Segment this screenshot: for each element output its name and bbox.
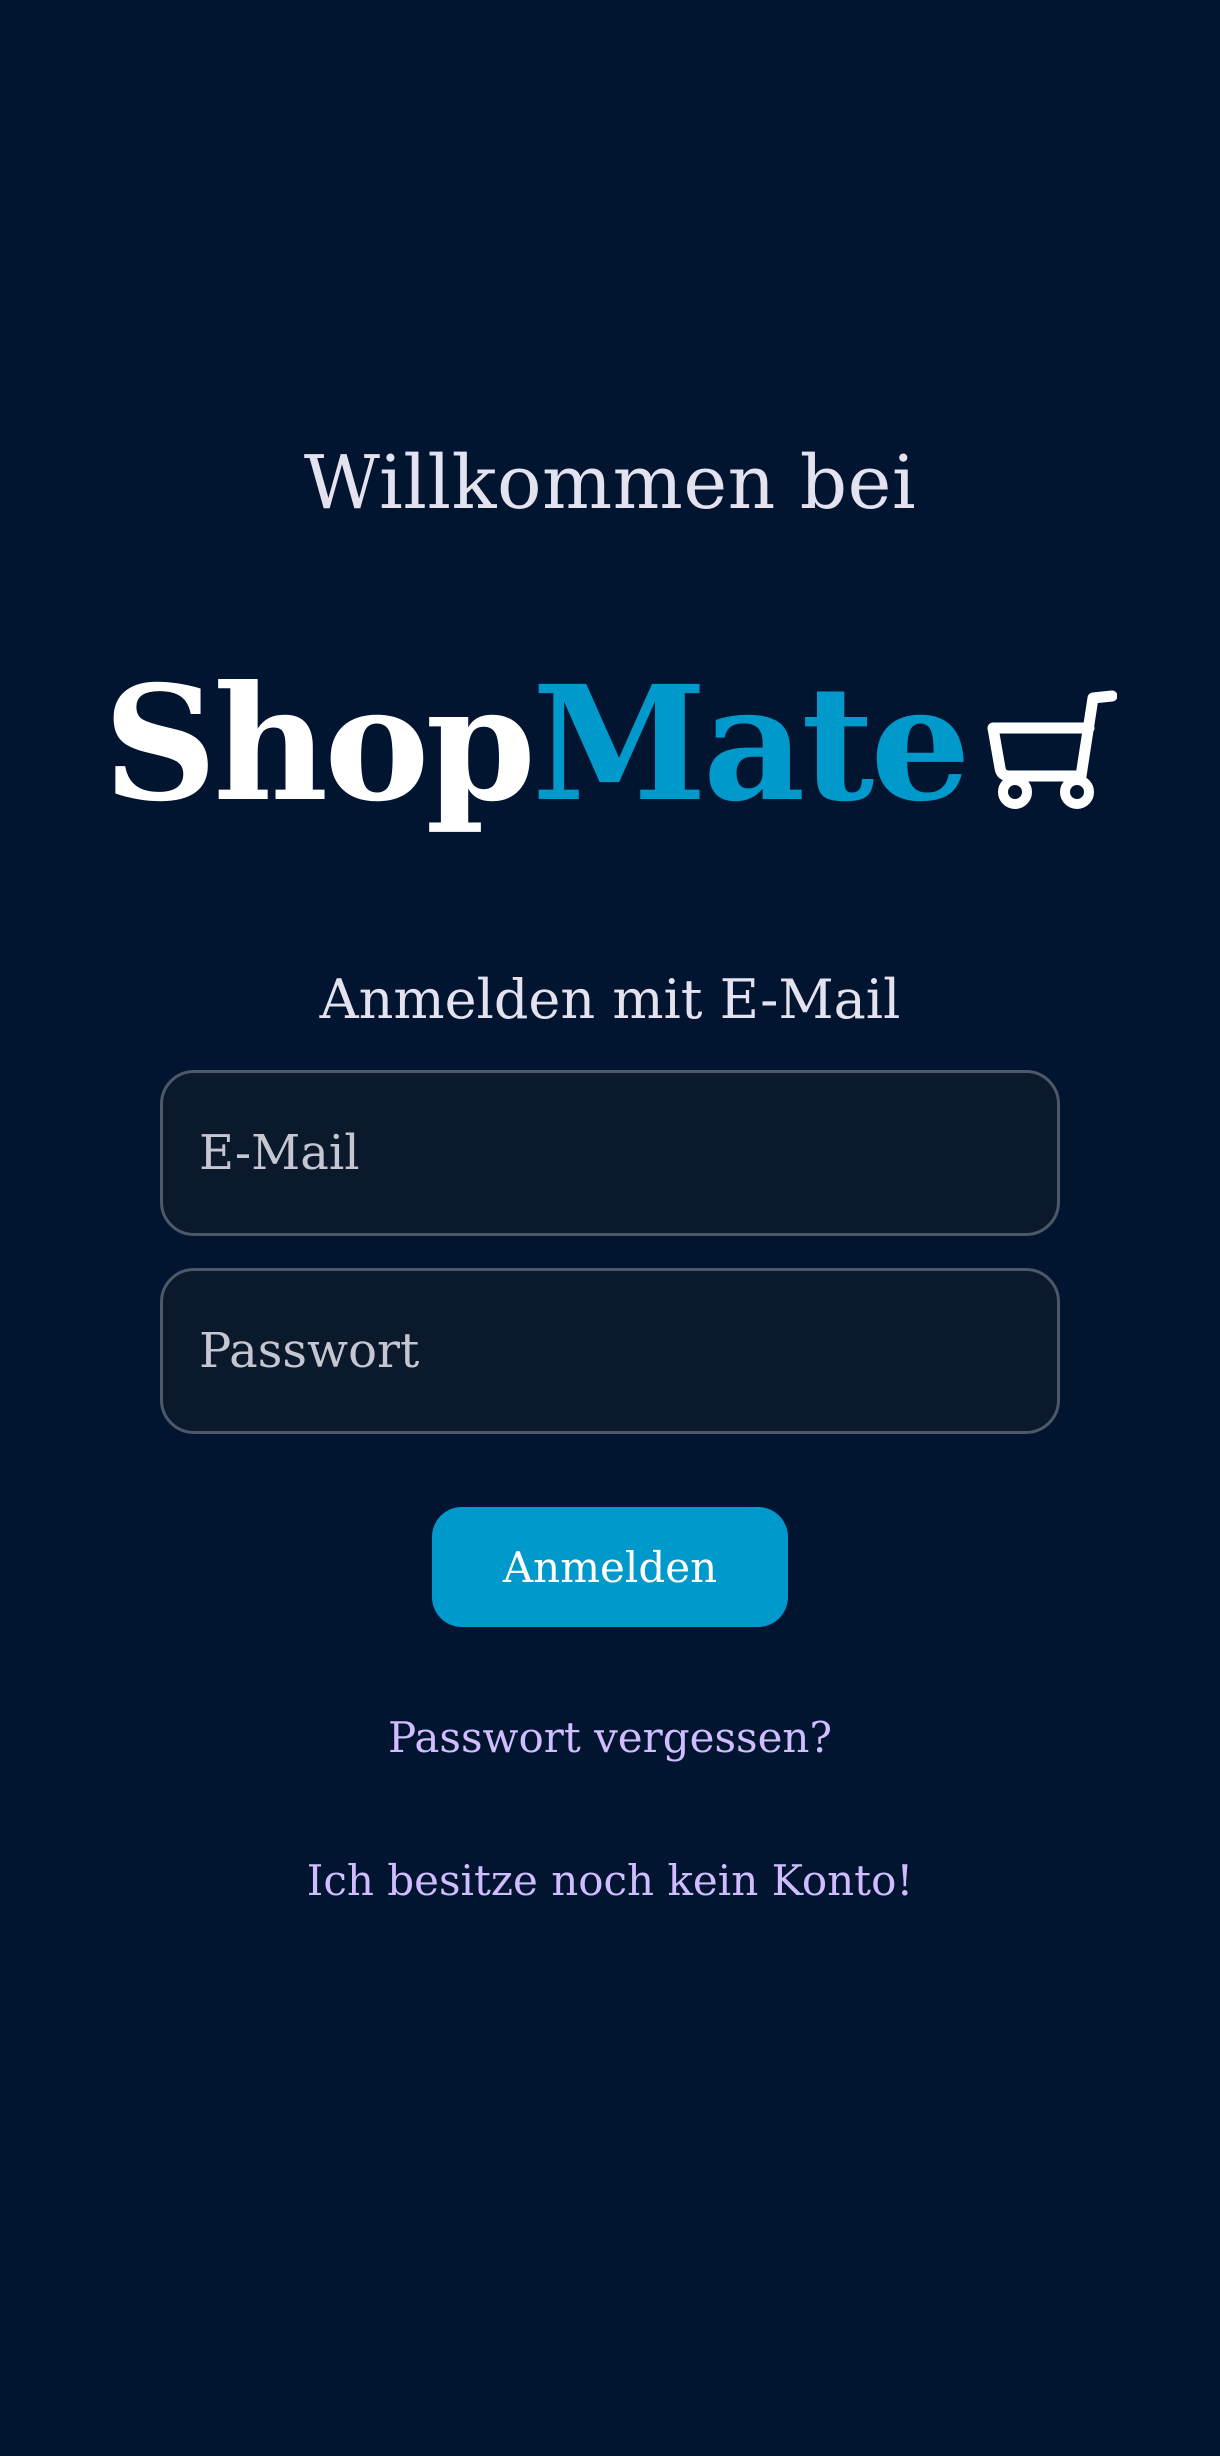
password-input[interactable] (197, 1322, 1057, 1380)
login-button[interactable]: Anmelden (432, 1507, 788, 1627)
cart-icon (987, 690, 1117, 809)
logo-text-shop: Shop (103, 652, 536, 837)
app-logo: Shop Mate (0, 655, 1220, 835)
register-link[interactable]: Ich besitze noch kein Konto! (0, 1856, 1220, 1905)
signin-heading: Anmelden mit E-Mail (319, 968, 901, 1031)
welcome-heading: Willkommen bei (303, 440, 917, 526)
forgot-password-link[interactable]: Passwort vergessen? (0, 1713, 1220, 1762)
email-field[interactable] (160, 1070, 1060, 1236)
logo-text-mate: Mate (532, 652, 971, 837)
password-field[interactable] (160, 1268, 1060, 1434)
email-input[interactable] (197, 1124, 1057, 1182)
